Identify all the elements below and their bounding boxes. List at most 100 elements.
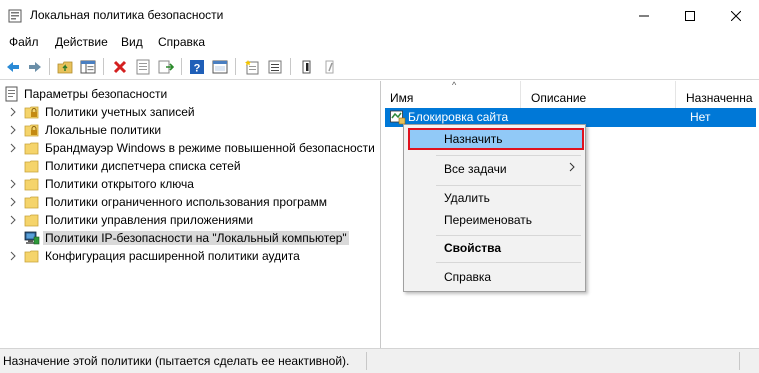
context-menu-help[interactable]: Справка bbox=[404, 266, 585, 288]
assign-icon bbox=[302, 60, 311, 74]
chevron-right-icon[interactable] bbox=[8, 107, 18, 117]
menu-help[interactable]: Справка bbox=[158, 35, 205, 49]
tree-item-firewall[interactable]: Брандмауэр Windows в режиме повышенной б… bbox=[0, 139, 381, 157]
column-header-label: Имя bbox=[390, 91, 414, 105]
tree-item-software-restriction[interactable]: Политики ограниченного использования про… bbox=[0, 193, 381, 211]
tree-root[interactable]: Параметры безопасности bbox=[0, 85, 381, 103]
unassign-policy-button[interactable] bbox=[320, 57, 340, 77]
menu-file[interactable]: Файл bbox=[9, 35, 39, 49]
console-button[interactable] bbox=[210, 57, 230, 77]
up-folder-icon bbox=[57, 61, 73, 74]
back-button[interactable] bbox=[3, 57, 23, 77]
tree-item-label: Конфигурация расширенной политики аудита bbox=[45, 249, 300, 263]
tree-item-label: Брандмауэр Windows в режиме повышенной б… bbox=[45, 141, 375, 155]
tree-item-public-key[interactable]: Политики открытого ключа bbox=[0, 175, 381, 193]
column-header-name[interactable]: ^ Имя bbox=[382, 80, 521, 108]
help-icon: ? bbox=[190, 60, 204, 75]
folder-icon bbox=[24, 250, 39, 263]
context-menu-properties[interactable]: Свойства bbox=[404, 237, 585, 259]
export-icon bbox=[158, 60, 174, 74]
forward-arrow-icon bbox=[29, 62, 41, 72]
minimize-icon bbox=[639, 15, 649, 16]
unassign-icon bbox=[325, 60, 334, 74]
assign-policy-button[interactable] bbox=[297, 57, 317, 77]
toolbar-separator bbox=[235, 58, 236, 75]
menu-view[interactable]: Вид bbox=[121, 35, 143, 49]
folder-lock-icon bbox=[24, 106, 39, 119]
menu-bar: Файл Действие Вид Справка bbox=[0, 31, 759, 53]
tree-item-label: Политики IP-безопасности на "Локальный к… bbox=[43, 231, 349, 245]
chevron-right-icon[interactable] bbox=[8, 215, 18, 225]
toolbar-separator bbox=[290, 58, 291, 75]
export-list-button[interactable] bbox=[156, 57, 176, 77]
folder-icon bbox=[24, 178, 39, 191]
show-hide-tree-button[interactable] bbox=[78, 57, 98, 77]
status-bar: Назначение этой политики (пытается сдела… bbox=[0, 348, 759, 373]
delete-icon bbox=[113, 60, 127, 74]
tree-item-label: Локальные политики bbox=[45, 123, 162, 137]
status-text: Назначение этой политики (пытается сдела… bbox=[3, 354, 350, 368]
folder-icon bbox=[24, 196, 39, 209]
sort-up-icon: ^ bbox=[452, 80, 457, 90]
console-icon bbox=[212, 60, 228, 74]
minimize-button[interactable] bbox=[621, 0, 667, 31]
chevron-right-icon[interactable] bbox=[8, 125, 18, 135]
tree-item-network-list[interactable]: Политики диспетчера списка сетей bbox=[0, 157, 381, 175]
menu-action[interactable]: Действие bbox=[55, 35, 108, 49]
list-cell-name: Блокировка сайта bbox=[408, 110, 509, 124]
tree-item-local-policies[interactable]: Локальные политики bbox=[0, 121, 381, 139]
menu-separator bbox=[436, 235, 581, 236]
new-policy-button[interactable] bbox=[242, 57, 262, 77]
security-settings-icon bbox=[5, 86, 18, 102]
window-title: Локальная политика безопасности bbox=[30, 8, 224, 22]
column-header-description[interactable]: Описание bbox=[521, 81, 676, 108]
tree-item-ipsec[interactable]: Политики IP-безопасности на "Локальный к… bbox=[0, 229, 381, 247]
context-menu-all-tasks[interactable]: Все задачи bbox=[404, 158, 585, 180]
context-menu-label: Назначить bbox=[444, 132, 503, 146]
maximize-button[interactable] bbox=[667, 0, 713, 31]
context-menu-assign[interactable]: Назначить bbox=[408, 128, 584, 150]
context-menu-rename[interactable]: Переименовать bbox=[404, 209, 585, 231]
status-divider bbox=[366, 352, 367, 370]
chevron-right-icon[interactable] bbox=[8, 251, 18, 261]
column-header-assigned[interactable]: Назначенна bbox=[676, 81, 759, 108]
tree-item-account-policies[interactable]: Политики учетных записей bbox=[0, 103, 381, 121]
title-bar: Локальная политика безопасности bbox=[0, 0, 759, 31]
security-policy-app-icon bbox=[8, 9, 22, 23]
properties-icon bbox=[136, 59, 150, 75]
folder-lock-icon bbox=[24, 124, 39, 137]
close-button[interactable] bbox=[713, 0, 759, 31]
maximize-icon bbox=[685, 10, 695, 21]
context-menu-label: Справка bbox=[444, 270, 492, 284]
forward-button[interactable] bbox=[25, 57, 45, 77]
show-hide-tree-icon bbox=[80, 60, 96, 74]
context-menu-delete[interactable]: Удалить bbox=[404, 187, 585, 209]
up-button[interactable] bbox=[55, 57, 75, 77]
tree-item-advanced-audit[interactable]: Конфигурация расширенной политики аудита bbox=[0, 247, 381, 265]
menu-separator bbox=[436, 155, 581, 156]
delete-button[interactable] bbox=[110, 57, 130, 77]
context-menu-label: Все задачи bbox=[444, 162, 507, 176]
tree-item-app-control[interactable]: Политики управления приложениями bbox=[0, 211, 381, 229]
ipsec-icon bbox=[24, 231, 40, 245]
tree-item-label: Политики учетных записей bbox=[45, 105, 195, 119]
context-menu-label: Переименовать bbox=[444, 213, 532, 227]
properties-button[interactable] bbox=[133, 57, 153, 77]
tree-item-label: Политики диспетчера списка сетей bbox=[45, 159, 241, 173]
toolbar-separator bbox=[49, 58, 50, 75]
new-policy-icon bbox=[245, 60, 259, 75]
chevron-right-icon[interactable] bbox=[8, 179, 18, 189]
help-button[interactable]: ? bbox=[187, 57, 207, 77]
toolbar: ? bbox=[0, 53, 759, 80]
manage-filters-button[interactable] bbox=[265, 57, 285, 77]
chevron-right-icon[interactable] bbox=[8, 143, 18, 153]
svg-text:?: ? bbox=[194, 63, 201, 75]
back-arrow-icon bbox=[7, 62, 19, 72]
tree-pane: Параметры безопасности Политики учетных … bbox=[0, 81, 381, 348]
context-menu-label: Свойства bbox=[444, 241, 502, 255]
close-icon bbox=[731, 10, 741, 21]
folder-icon bbox=[24, 160, 39, 173]
column-header-label: Описание bbox=[531, 91, 587, 105]
chevron-right-icon[interactable] bbox=[8, 197, 18, 207]
ipsec-policy-icon bbox=[390, 110, 406, 125]
